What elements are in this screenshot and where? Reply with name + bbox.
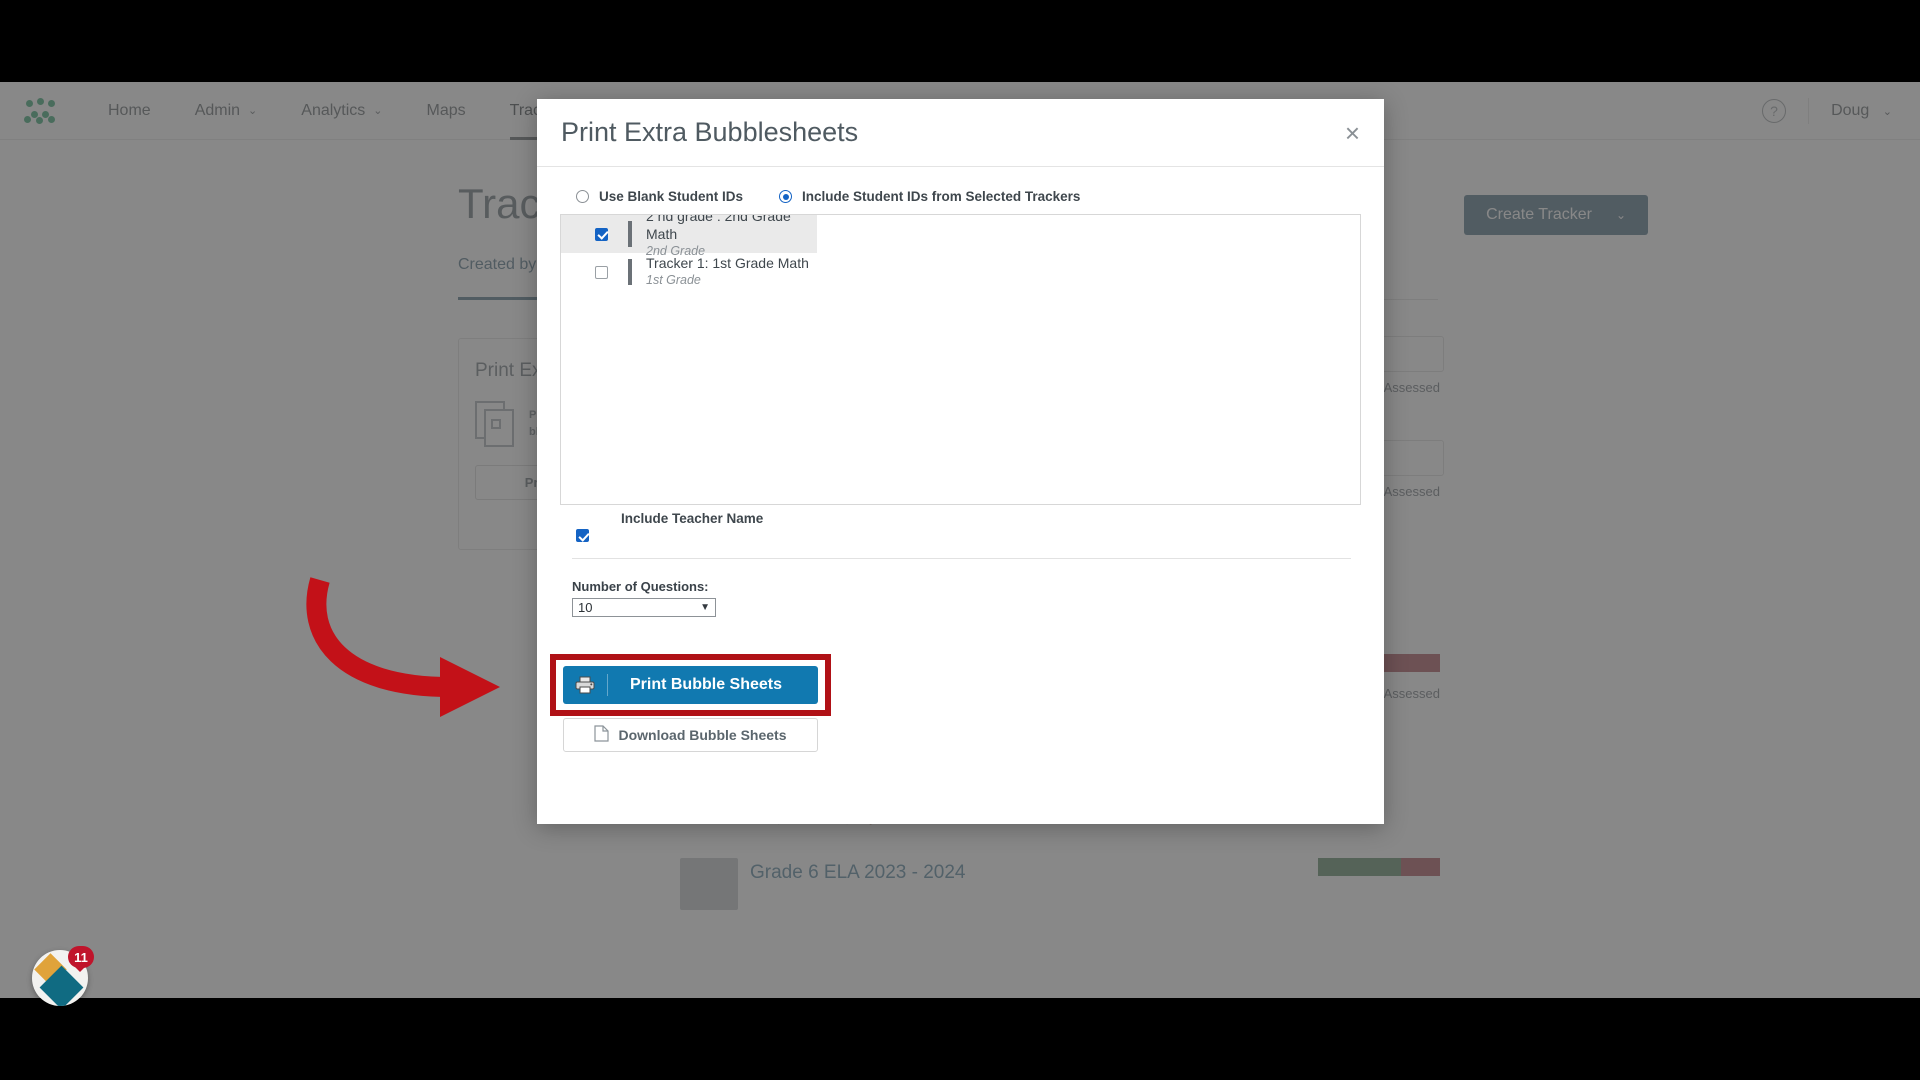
modal-header: Print Extra Bubblesheets × (537, 99, 1384, 167)
tracker-color-bar (628, 221, 632, 247)
close-icon[interactable]: × (1345, 120, 1360, 146)
radio-use-blank-student-ids-label: Use Blank Student IDs (599, 189, 744, 204)
section-divider (572, 558, 1351, 559)
tracker-item-grade: 1st Grade (646, 273, 701, 288)
tracker-item-name: Tracker 1: 1st Grade Math (646, 254, 809, 271)
tracker-item-name: 2 nd grade : 2nd Grade Math (646, 214, 791, 242)
number-of-questions-select[interactable]: 10 ▼ (572, 598, 716, 617)
download-bubble-sheets-button[interactable]: Download Bubble Sheets (563, 718, 818, 752)
modal-body: Use Blank Student IDs Include Student ID… (537, 167, 1384, 617)
printer-icon (563, 676, 607, 694)
chevron-down-icon: ▼ (700, 602, 710, 613)
tracker-list-item[interactable]: 2 nd grade : 2nd Grade Math 2nd Grade (561, 215, 817, 258)
notification-count: 11 (74, 949, 88, 965)
tracker-item-texts: 2 nd grade : 2nd Grade Math 2nd Grade (646, 214, 817, 260)
number-of-questions-value: 10 (578, 600, 593, 615)
help-widget-launcher[interactable]: 11 (32, 946, 94, 1006)
tracker-checkbox[interactable] (595, 227, 608, 241)
number-of-questions-label: Number of Questions: (572, 579, 709, 594)
include-teacher-name-checkbox[interactable] (576, 529, 589, 542)
screenshot-root: Home Admin ⌄ Analytics ⌄ Maps Trackers (0, 0, 1920, 1080)
print-bubble-sheets-button[interactable]: Print Bubble Sheets (563, 666, 818, 704)
tracker-selection-list[interactable]: 2 nd grade : 2nd Grade Math 2nd Grade Tr… (560, 214, 1361, 505)
tracker-checkbox[interactable] (595, 265, 608, 279)
tracker-item-texts: Tracker 1: 1st Grade Math 1st Grade (646, 255, 809, 289)
download-bubble-sheets-label: Download Bubble Sheets (618, 727, 787, 743)
tracker-list-item[interactable]: Tracker 1: 1st Grade Math 1st Grade (561, 253, 1360, 291)
include-teacher-name-label: Include Teacher Name (621, 511, 764, 526)
include-teacher-name-row: Include Teacher Name (576, 511, 1361, 558)
radio-include-student-ids-from-selected-trackers[interactable] (779, 190, 793, 203)
red-arrow-annotation (306, 577, 500, 717)
tracker-color-bar (628, 259, 632, 285)
pdf-file-icon (594, 725, 610, 745)
modal-title: Print Extra Bubblesheets (561, 117, 859, 147)
student-id-source-radio-group: Use Blank Student IDs Include Student ID… (576, 189, 1361, 204)
print-bubble-sheets-label: Print Bubble Sheets (629, 676, 783, 693)
notification-badge: 11 (68, 946, 94, 972)
radio-use-blank-student-ids[interactable] (576, 190, 589, 203)
radio-include-student-ids-label: Include Student IDs from Selected Tracke… (802, 189, 1081, 204)
